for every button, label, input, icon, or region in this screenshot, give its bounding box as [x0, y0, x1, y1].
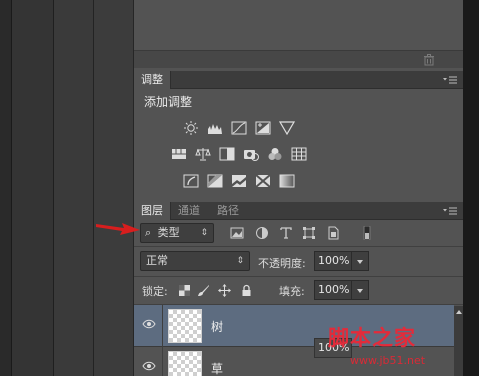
adjustments-heading: 添加调整 [144, 95, 193, 109]
opacity-input[interactable]: 100% [314, 251, 352, 271]
brightness-contrast-icon[interactable] [183, 121, 199, 135]
lock-position-icon[interactable] [218, 284, 231, 297]
panel-menu-icon[interactable] [443, 75, 457, 85]
chevron-down-icon [357, 289, 363, 293]
chevron-down-icon [357, 260, 363, 264]
lock-pixels-icon[interactable] [197, 284, 210, 297]
search-icon: ⌕ [145, 226, 152, 239]
layer-name[interactable]: 草 [211, 360, 223, 376]
layer-name[interactable]: 树 [211, 318, 223, 335]
photo-filter-icon[interactable] [243, 147, 259, 161]
posterize-icon[interactable] [207, 174, 223, 188]
divider [134, 276, 463, 277]
dock-strip [12, 0, 54, 376]
updown-arrow-icon: ⇕ [200, 228, 208, 238]
divider [162, 347, 163, 376]
top-panel [134, 0, 463, 68]
fill-label: 填充: [279, 285, 305, 298]
watermark: 脚本之家 www.jb51.net [318, 322, 478, 376]
visibility-eye-icon[interactable] [142, 361, 156, 371]
layers-tabbar: 图层 通道 路径 [134, 202, 463, 220]
top-panel-footer [134, 50, 463, 68]
smart-object-filter-icon[interactable] [326, 226, 340, 240]
tab-adjustments[interactable]: 调整 [134, 71, 171, 89]
exposure-icon[interactable] [255, 121, 271, 135]
dock-strip [0, 0, 12, 376]
scroll-up-icon[interactable] [456, 310, 462, 314]
adjustments-tabbar: 调整 [134, 71, 463, 89]
layer-thumbnail [168, 309, 202, 343]
dock-strip [54, 0, 94, 376]
fill-dropdown-button[interactable] [351, 280, 369, 300]
black-white-icon[interactable] [219, 147, 235, 161]
lock-transparency-icon[interactable] [178, 284, 191, 297]
selective-color-icon[interactable] [255, 174, 271, 188]
lock-label: 锁定: [142, 285, 168, 298]
vibrance-icon[interactable] [279, 121, 295, 135]
blend-mode-value: 正常 [146, 254, 168, 267]
blend-mode-select[interactable]: 正常 ⇕ [140, 251, 250, 271]
opacity-label: 不透明度: [258, 257, 306, 270]
divider [134, 246, 463, 247]
fill-input[interactable]: 100% [314, 280, 352, 300]
panel-menu-icon[interactable] [443, 206, 457, 216]
gradient-map-icon[interactable] [279, 174, 295, 188]
hue-saturation-icon[interactable] [171, 147, 187, 161]
threshold-icon[interactable] [231, 174, 247, 188]
layer-thumbnail [168, 351, 202, 376]
layer-filter-type-select[interactable]: ⌕ 类型 ⇕ [140, 223, 214, 243]
visibility-eye-icon[interactable] [142, 319, 156, 329]
layer-filter-row: ⌕ 类型 ⇕ [138, 222, 459, 246]
tab-layers[interactable]: 图层 [134, 202, 171, 220]
right-edge [463, 0, 479, 376]
filter-type-label: 类型 [157, 226, 180, 239]
tab-paths[interactable]: 路径 [210, 202, 246, 220]
trash-icon[interactable] [423, 54, 435, 66]
channel-mixer-icon[interactable] [267, 147, 283, 161]
adjustment-filter-icon[interactable] [255, 226, 269, 240]
filter-toggle-icon[interactable] [360, 226, 374, 240]
curves-icon[interactable] [231, 121, 247, 135]
shape-filter-icon[interactable] [302, 226, 316, 240]
annotation-arrow-icon [96, 223, 140, 235]
image-filter-icon[interactable] [230, 226, 244, 240]
color-balance-icon[interactable] [195, 147, 211, 161]
panel-area: 调整 添加调整 图层 通道 路径 ⌕ 类型 ⇕ 正常 ⇕ 不透明度: 100% … [134, 0, 463, 376]
opacity-dropdown-button[interactable] [351, 251, 369, 271]
divider [162, 305, 163, 347]
tab-channels[interactable]: 通道 [171, 202, 207, 220]
invert-icon[interactable] [183, 174, 199, 188]
lock-all-icon[interactable] [240, 284, 253, 297]
watermark-title: 脚本之家 [328, 325, 416, 350]
color-lookup-icon[interactable] [291, 147, 307, 161]
left-dock [0, 0, 134, 376]
watermark-url: www.jb51.net [350, 354, 426, 367]
text-filter-icon[interactable] [279, 226, 293, 240]
updown-arrow-icon: ⇕ [236, 256, 244, 266]
levels-icon[interactable] [207, 121, 223, 135]
dock-strip [94, 0, 134, 376]
